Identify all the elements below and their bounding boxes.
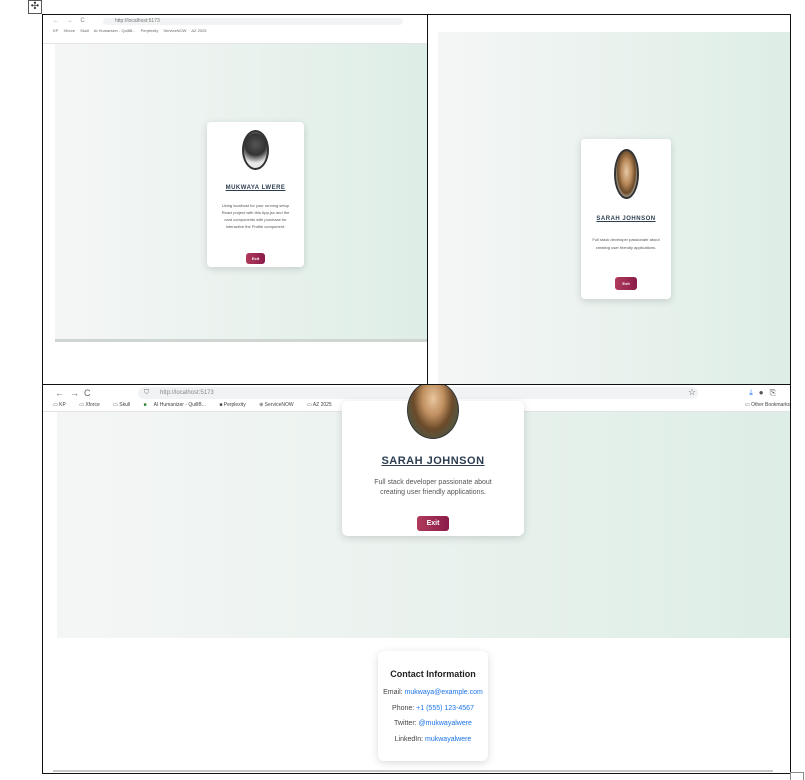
url-bar[interactable]: http://localhost:5173 xyxy=(103,18,403,25)
bookmark-item[interactable]: Perplexity xyxy=(141,28,159,33)
toolbar-icons: ⤓●⎘ xyxy=(749,388,782,398)
bookmark-item[interactable]: ■ AI Humanizer - QuillB... xyxy=(144,402,212,408)
exit-button[interactable]: Exit xyxy=(245,253,266,264)
bookmark-item[interactable]: Xforce xyxy=(63,28,75,33)
bookmark-item[interactable]: ▭ KP xyxy=(53,402,72,408)
bookmarks-bar: ▭ KP ▭ Xforce ▭ Skull ■ AI Humanizer - Q… xyxy=(53,402,344,408)
profile-name: MUKWAYA LWERE xyxy=(225,185,286,191)
bookmarks-bar: KP Xforce Skull AI Humanizer - QuillB...… xyxy=(53,28,210,33)
screenshot-panel-sarah: SARAH JOHNSON Full stack developer passi… xyxy=(427,14,791,386)
profile-bio: Full stack developer passionate about cr… xyxy=(374,479,492,496)
bookmark-item[interactable]: AZ 2025 xyxy=(191,28,206,33)
email-link[interactable]: mukwaya@example.com xyxy=(405,689,483,696)
nav-buttons[interactable]: ← → C xyxy=(53,18,88,24)
contact-linkedin: LinkedIn: mukwayalwere xyxy=(394,736,472,743)
phone-link[interactable]: +1 (555) 123-4567 xyxy=(416,705,474,712)
profile-name: SARAH JOHNSON xyxy=(596,216,656,222)
reload-icon[interactable]: C xyxy=(84,388,91,398)
divider xyxy=(55,339,429,342)
avatar xyxy=(407,385,459,439)
avatar xyxy=(242,130,269,170)
other-bookmarks[interactable]: ▭ Other Bookmarks xyxy=(745,402,790,408)
bookmark-item[interactable]: ▭ AZ 2025 xyxy=(307,402,338,408)
profile-bio: Using localhost for your running setup R… xyxy=(221,203,290,229)
contact-twitter: Twitter: @mukwayalwere xyxy=(394,720,472,727)
extensions-icon[interactable]: ⎘ xyxy=(770,388,782,397)
star-icon[interactable]: ☆ xyxy=(688,387,696,398)
contact-email: Email: mukwaya@example.com xyxy=(383,689,483,696)
profile-name: SARAH JOHNSON xyxy=(381,455,485,467)
bookmark-item[interactable]: Skull xyxy=(80,28,89,33)
bookmark-item[interactable]: ▭ Skull xyxy=(113,402,136,408)
exit-button[interactable]: Exit xyxy=(416,516,450,531)
divider xyxy=(53,770,773,772)
url-text: http://localhost:5173 xyxy=(160,390,214,396)
profile-card: SARAH JOHNSON Full stack developer passi… xyxy=(342,385,524,536)
shield-icon: ⛉ xyxy=(144,389,150,396)
download-icon[interactable]: ⤓ xyxy=(749,388,759,397)
exit-button[interactable]: Exit xyxy=(615,277,637,290)
linkedin-link[interactable]: mukwayalwere xyxy=(425,736,471,743)
profile-bio: Full stack developer passionate about cr… xyxy=(592,237,660,250)
contact-phone: Phone: +1 (555) 123-4567 xyxy=(392,705,474,712)
bookmark-item[interactable]: ■ Perplexity xyxy=(219,402,251,408)
contact-title: Contact Information xyxy=(390,669,476,679)
bookmark-item[interactable]: ⊕ ServiceNOW xyxy=(259,402,300,408)
contact-card: Contact Information Email: mukwaya@examp… xyxy=(378,651,488,761)
bookmark-item[interactable]: ▭ Xforce xyxy=(79,402,106,408)
move-handle-icon[interactable]: ✣ xyxy=(28,0,42,14)
bookmark-item[interactable]: ServiceNOW xyxy=(163,28,186,33)
profile-card: SARAH JOHNSON Full stack developer passi… xyxy=(581,139,671,299)
forward-arrow-icon[interactable]: → xyxy=(70,388,79,398)
account-icon[interactable]: ● xyxy=(759,388,770,397)
bookmark-item[interactable]: AI Humanizer - QuillB... xyxy=(94,28,136,33)
profile-card: MUKWAYA LWERE Using localhost for your r… xyxy=(207,122,304,267)
back-arrow-icon[interactable]: ← xyxy=(55,388,64,398)
avatar xyxy=(614,149,639,199)
screenshot-panel-mukwaya: ← → C http://localhost:5173 KP Xforce Sk… xyxy=(42,14,430,386)
twitter-link[interactable]: @mukwayalwere xyxy=(419,720,472,727)
browser-chrome: ← → C http://localhost:5173 KP Xforce Sk… xyxy=(43,15,429,44)
screenshot-panel-contact: ← → C ⛉ http://localhost:5173 ☆ ⤓●⎘ ▭ KP… xyxy=(42,384,791,774)
bookmark-item[interactable]: KP xyxy=(53,28,58,33)
